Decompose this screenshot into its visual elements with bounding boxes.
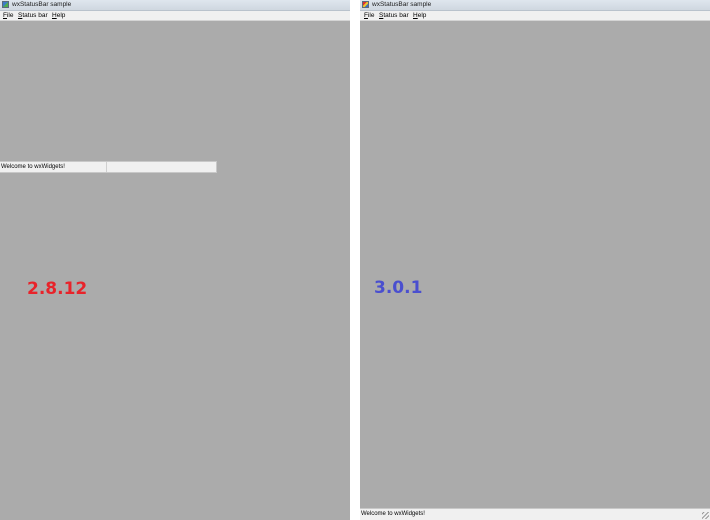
menu-file[interactable]: File <box>364 11 375 20</box>
title-bar[interactable]: wxStatusBar sample <box>0 0 350 11</box>
status-field-1: Welcome to wxWidgets! <box>1 162 107 172</box>
app-icon <box>2 1 9 8</box>
menu-file-label: ile <box>367 12 375 19</box>
status-bar: Welcome to wxWidgets! <box>360 508 710 520</box>
menu-status-bar[interactable]: Status bar <box>379 11 409 20</box>
menu-file-label: ile <box>6 12 14 19</box>
resize-grip-icon[interactable] <box>702 512 709 519</box>
menu-bar: File Status bar Help <box>360 11 710 21</box>
menu-status-bar-label: tatus bar <box>22 12 48 19</box>
version-label: 2.8.12 <box>27 279 88 299</box>
menu-help[interactable]: Help <box>413 11 426 20</box>
window-3-0-1: wxStatusBar sample File Status bar Help … <box>360 0 710 520</box>
status-bar: Welcome to wxWidgets! <box>0 161 217 173</box>
menu-help-label: elp <box>56 12 66 19</box>
app-icon <box>362 1 369 8</box>
menu-status-bar-label: tatus bar <box>383 12 409 19</box>
version-label: 3.0.1 <box>374 278 423 298</box>
menu-bar: File Status bar Help <box>0 11 350 21</box>
menu-file[interactable]: File <box>3 11 14 20</box>
menu-help[interactable]: Help <box>52 11 65 20</box>
window-title: wxStatusBar sample <box>372 1 432 8</box>
window-title: wxStatusBar sample <box>12 1 72 8</box>
status-field-2 <box>108 162 216 172</box>
menu-help-label: elp <box>417 12 427 19</box>
title-bar[interactable]: wxStatusBar sample <box>360 0 710 11</box>
status-field-1: Welcome to wxWidgets! <box>361 511 425 517</box>
menu-status-bar[interactable]: Status bar <box>18 11 48 20</box>
window-2-8-12: wxStatusBar sample File Status bar Help … <box>0 0 350 520</box>
